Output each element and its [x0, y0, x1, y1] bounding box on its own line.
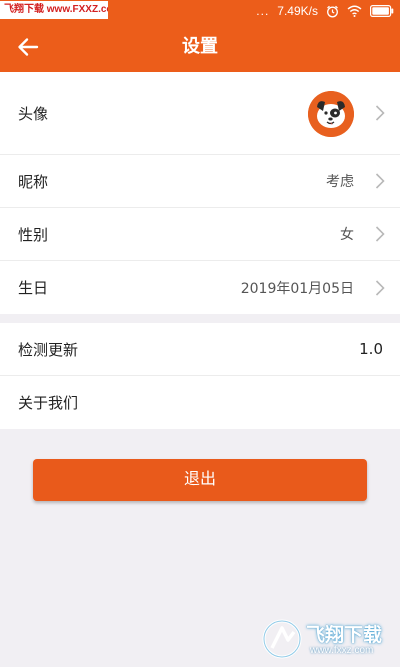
avatar [308, 91, 354, 137]
title-bar: 设置 [0, 22, 400, 72]
birthday-value: 2019年01月05日 [240, 280, 354, 297]
notification-dots: ... [256, 4, 270, 18]
page-title: 设置 [182, 36, 218, 57]
birthday-label: 生日 [18, 279, 49, 297]
wifi-icon [347, 5, 362, 17]
battery-icon [370, 5, 394, 17]
gender-label: 性别 [18, 225, 49, 244]
logout-button[interactable]: 退出 [33, 459, 367, 501]
about-us-label: 关于我们 [18, 394, 79, 412]
chevron-right-icon [375, 279, 385, 296]
avatar-row[interactable]: 头像 [0, 72, 400, 155]
site-watermark: 飞翔下载 www.FXXZ.com [0, 1, 108, 19]
alarm-icon [327, 5, 338, 17]
profile-settings-group: 头像 昵称 考虑 性别 女 生日 2019年01月05日 [0, 72, 400, 314]
chevron-right-icon [375, 105, 385, 121]
gender-value: 女 [340, 227, 354, 243]
watermark-logo: 飞翔下载 www.fxxz.com [260, 618, 390, 660]
app-info-group: 检测更新 1.0 关于我们 [0, 323, 400, 429]
network-speed: 7.49K/s [277, 4, 318, 18]
app-header: 飞翔下载 www.FXXZ.com ... 7.49K/s [0, 0, 400, 72]
status-icons: ... 7.49K/s [256, 0, 394, 22]
fxxz-logo-icon [262, 619, 302, 659]
check-update-label: 检测更新 [18, 340, 79, 359]
watermark-url: www.fxxz.com [310, 645, 374, 656]
watermark-title: 飞翔下载 [306, 624, 383, 646]
check-update-row[interactable]: 检测更新 1.0 [0, 323, 400, 376]
chevron-right-icon [375, 173, 385, 189]
status-bar: 飞翔下载 www.FXXZ.com ... 7.49K/s [0, 0, 400, 22]
nickname-row[interactable]: 昵称 考虑 [0, 155, 400, 208]
version-value: 1.0 [359, 340, 383, 358]
nickname-label: 昵称 [18, 172, 49, 191]
about-us-row[interactable]: 关于我们 [0, 376, 400, 429]
gender-row[interactable]: 性别 女 [0, 208, 400, 261]
birthday-row[interactable]: 生日 2019年01月05日 [0, 261, 400, 314]
chevron-right-icon [375, 226, 385, 242]
avatar-label: 头像 [18, 104, 49, 123]
dog-avatar-icon [308, 91, 354, 137]
nickname-value: 考虑 [326, 174, 354, 190]
